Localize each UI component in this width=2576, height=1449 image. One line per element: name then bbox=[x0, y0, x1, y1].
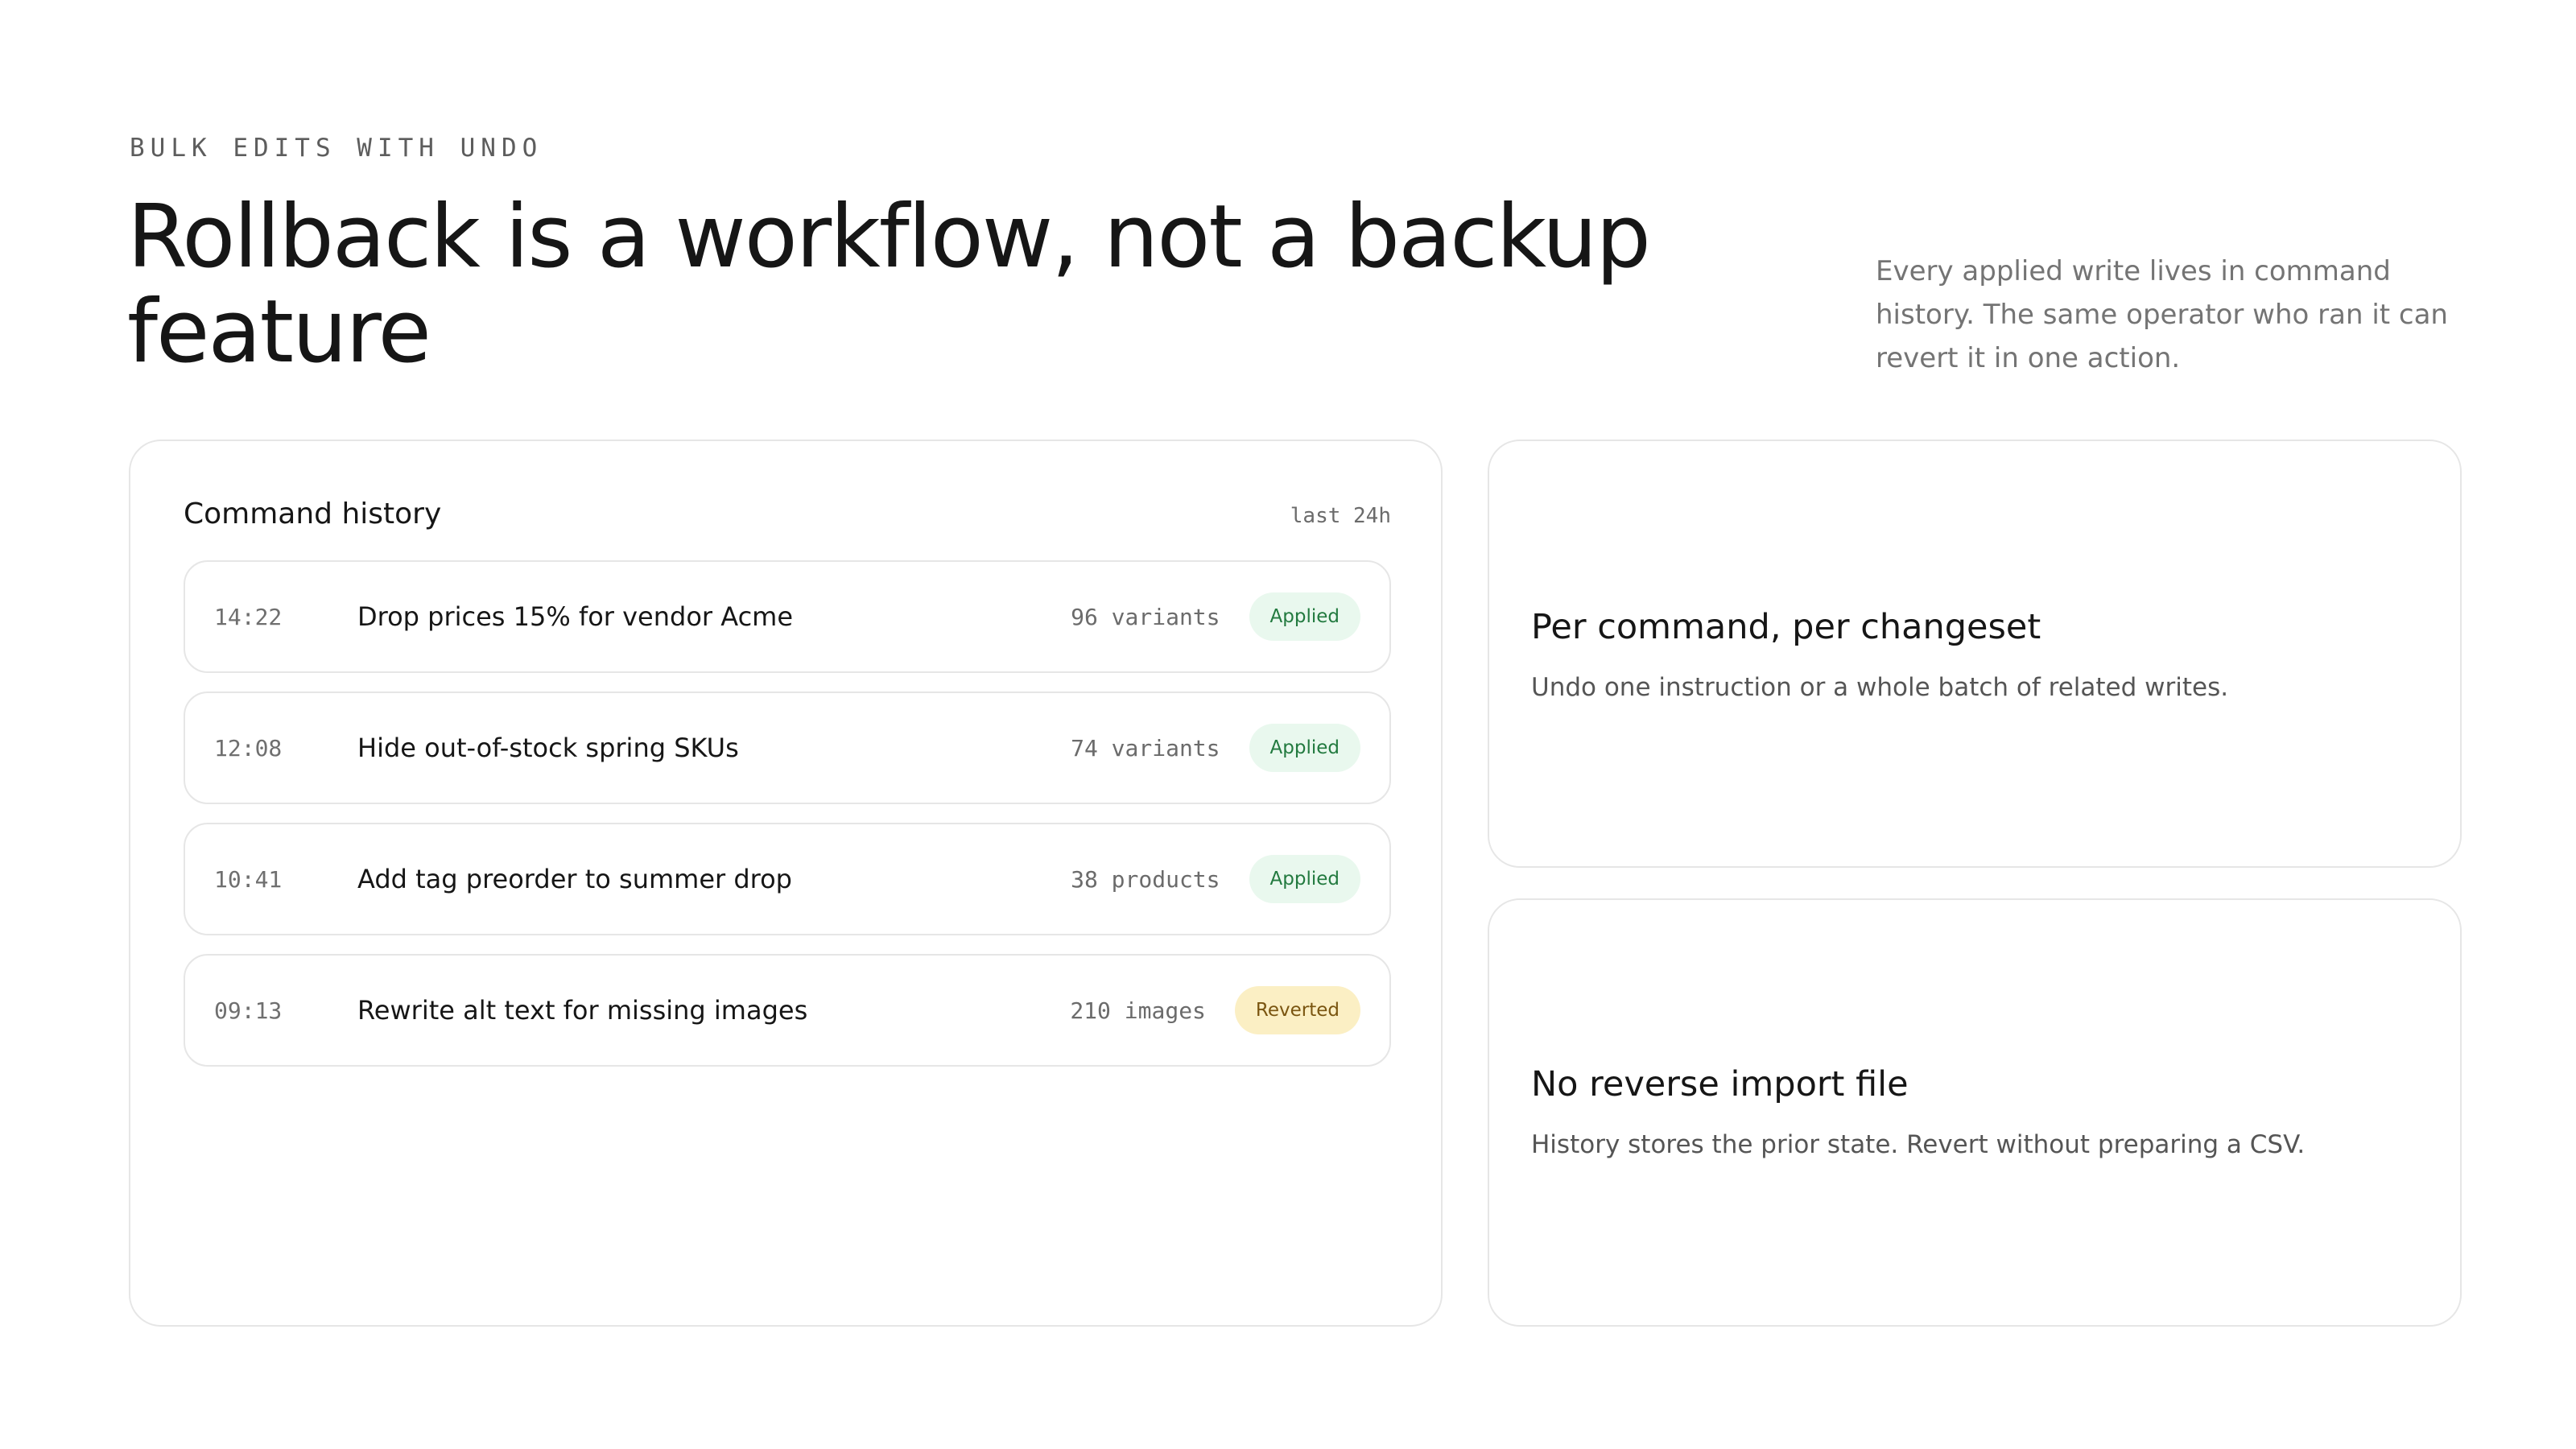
history-row[interactable]: 09:13 Rewrite alt text for missing image… bbox=[184, 954, 1391, 1067]
row-count: 74 variants bbox=[1071, 734, 1220, 762]
row-time: 14:22 bbox=[214, 603, 283, 630]
row-time: 12:08 bbox=[214, 734, 283, 762]
feature-card-no-reverse-import: No reverse import file History stores th… bbox=[1488, 898, 2462, 1327]
command-history-card: Command history last 24h 14:22 Drop pric… bbox=[129, 440, 1443, 1327]
page-title: Rollback is a workflow, not a backup fea… bbox=[127, 187, 1651, 382]
feature-description: Undo one instruction or a whole batch of… bbox=[1531, 673, 2229, 702]
row-description: Add tag preorder to summer drop bbox=[357, 864, 792, 894]
row-count: 96 variants bbox=[1071, 603, 1220, 630]
status-badge: Reverted bbox=[1234, 986, 1360, 1034]
status-badge: Applied bbox=[1249, 855, 1360, 903]
history-row[interactable]: 14:22 Drop prices 15% for vendor Acme 96… bbox=[184, 560, 1391, 673]
row-count: 38 products bbox=[1071, 865, 1220, 893]
history-row[interactable]: 10:41 Add tag preorder to summer drop 38… bbox=[184, 823, 1391, 935]
row-time: 09:13 bbox=[214, 997, 283, 1024]
history-title: Command history bbox=[184, 497, 442, 530]
eyebrow: BULK EDITS WITH UNDO bbox=[130, 134, 543, 163]
row-count: 210 images bbox=[1070, 997, 1206, 1024]
status-badge: Applied bbox=[1249, 724, 1360, 772]
status-badge: Applied bbox=[1249, 592, 1360, 641]
feature-title: No reverse import file bbox=[1531, 1064, 1909, 1104]
feature-title: Per command, per changeset bbox=[1531, 607, 2041, 647]
row-description: Rewrite alt text for missing images bbox=[357, 995, 808, 1026]
history-range: last 24h bbox=[1290, 504, 1391, 528]
history-list: 14:22 Drop prices 15% for vendor Acme 96… bbox=[184, 560, 1391, 1085]
row-description: Drop prices 15% for vendor Acme bbox=[357, 601, 794, 632]
row-description: Hide out-of-stock spring SKUs bbox=[357, 733, 739, 763]
history-row[interactable]: 12:08 Hide out-of-stock spring SKUs 74 v… bbox=[184, 691, 1391, 804]
feature-card-per-command: Per command, per changeset Undo one inst… bbox=[1488, 440, 2462, 868]
lede-text: Every applied write lives in command his… bbox=[1876, 255, 2448, 374]
slide: BULK EDITS WITH UNDO Rollback is a workf… bbox=[0, 0, 2576, 1449]
feature-description: History stores the prior state. Revert w… bbox=[1531, 1130, 2306, 1159]
row-time: 10:41 bbox=[214, 865, 283, 893]
